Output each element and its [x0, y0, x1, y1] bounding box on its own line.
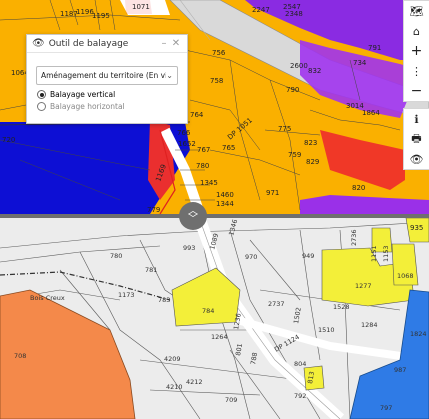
parcel-label: 2600	[290, 62, 308, 70]
parcel-label: 792	[294, 392, 306, 400]
parcel-label: 780	[196, 162, 209, 170]
layer-select[interactable]: Aménagement du territoire (En vigue ⌄	[36, 66, 178, 85]
parcel-label: 993	[183, 244, 195, 252]
more-icon[interactable]: ⋮	[404, 61, 429, 81]
parcel-label: 765	[222, 144, 235, 152]
parcel-label: 775	[278, 125, 291, 133]
parcel-label: 804	[294, 360, 306, 368]
parcel-label: 4210	[166, 383, 183, 391]
parcel-label: 2247	[252, 6, 270, 14]
radio-button[interactable]	[37, 102, 46, 111]
parcel-label: 832	[308, 67, 321, 75]
parcel-label: 780	[110, 252, 122, 260]
parcel-label: 709	[225, 396, 237, 404]
parcel-label: 1071	[132, 3, 150, 11]
swipe-tool-panel: 👁 Outil de balayage – ✕ Aménagement du t…	[26, 34, 188, 124]
radio-label: Balayage horizontal	[50, 102, 125, 111]
parcel-label: 759	[288, 151, 301, 159]
parcel-label: 2547	[283, 3, 301, 11]
parcel-label: 2737	[268, 300, 285, 308]
parcel-label: 758	[210, 77, 223, 85]
close-button[interactable]: ✕	[170, 38, 182, 49]
parcel-label: 4212	[186, 378, 203, 386]
parcel-label: 1173	[118, 291, 135, 299]
parcel-label: 1510	[318, 326, 335, 334]
radio-button[interactable]	[37, 90, 46, 99]
info-icon[interactable]: ℹ	[404, 109, 429, 129]
parcel-label: 1345	[200, 179, 218, 187]
toolbar-group-tools: ℹ 🖶 👁	[403, 108, 429, 170]
swipe-icon[interactable]: 👁	[404, 149, 429, 169]
minimize-button[interactable]: –	[158, 38, 170, 49]
parcel-label: 823	[304, 139, 317, 147]
parcel-label: 1864	[362, 109, 380, 117]
parcel-label: 756	[212, 49, 226, 57]
print-icon[interactable]: 🖶	[404, 129, 429, 149]
parcel-label: 987	[394, 366, 406, 374]
parcel-label: 1284	[361, 321, 378, 329]
parcel-label: 1460	[216, 191, 234, 199]
parcel-label: 2736	[350, 229, 358, 246]
panel-title: Outil de balayage	[48, 38, 129, 49]
chevron-down-icon: ⌄	[166, 71, 173, 80]
parcel-label: 764	[190, 111, 204, 119]
parcel-label: 781	[145, 266, 157, 274]
parcel-label: 1528	[333, 303, 350, 311]
parcel-label: 734	[353, 59, 367, 67]
parcel-label: 4209	[164, 355, 181, 363]
parcel-label: 790	[286, 86, 299, 94]
parcel-label: 1068	[397, 272, 414, 280]
parcel-label: 783	[158, 296, 170, 304]
home-icon[interactable]: ⌂	[404, 21, 429, 41]
parcel-label: 766	[177, 129, 191, 137]
parcel-label: 1151	[370, 245, 378, 262]
radio-horizontal[interactable]: Balayage horizontal	[37, 102, 187, 111]
swipe-handle[interactable]: ︿ ﹀	[179, 202, 207, 230]
parcel-label: 2348	[285, 10, 303, 18]
map-toolbar: 🗺 ⌂ + ⋮ − ℹ 🖶 👁	[403, 0, 429, 170]
parcel-label: 708	[14, 352, 26, 360]
parcel-label: 779	[147, 206, 160, 214]
zoom-out-icon[interactable]: −	[404, 81, 429, 101]
parcel-label: 1195	[92, 12, 110, 20]
parcel-label: 1264	[211, 333, 228, 341]
parcel-label: 767	[197, 146, 210, 154]
parcel-label: 971	[266, 189, 279, 197]
swipe-divider[interactable]	[0, 214, 429, 218]
parcel-label: 1824	[410, 330, 427, 338]
parcel-label: 720	[2, 136, 15, 144]
toolbar-group-nav: 🗺 ⌂ + ⋮ −	[403, 0, 429, 102]
radio-vertical[interactable]: Balayage vertical	[37, 90, 187, 99]
parcel-label: 829	[306, 158, 319, 166]
swipe-icon: 👁	[32, 38, 45, 49]
parcel-label: 1153	[382, 245, 390, 262]
parcel-label: 935	[410, 224, 423, 232]
panel-header[interactable]: 👁 Outil de balayage – ✕	[27, 35, 187, 53]
parcel-label: 791	[368, 44, 381, 52]
chevron-down-icon: ﹀	[188, 214, 198, 225]
zoom-in-icon[interactable]: +	[404, 41, 429, 61]
parcel-label: 1652	[178, 140, 196, 148]
parcel-label: 970	[245, 253, 257, 261]
parcel-label: 1344	[216, 200, 234, 208]
parcel-label: 784	[202, 307, 214, 315]
layer-select-value: Aménagement du territoire (En vigue	[41, 71, 167, 80]
parcel-label: 949	[302, 252, 314, 260]
parcel-label: 1277	[355, 282, 372, 290]
radio-label: Balayage vertical	[50, 90, 116, 99]
parcel-label: 820	[352, 184, 365, 192]
map-icon[interactable]: 🗺	[404, 1, 429, 21]
place-label: Bois Creux	[30, 294, 65, 302]
parcel-label: 797	[380, 404, 392, 412]
